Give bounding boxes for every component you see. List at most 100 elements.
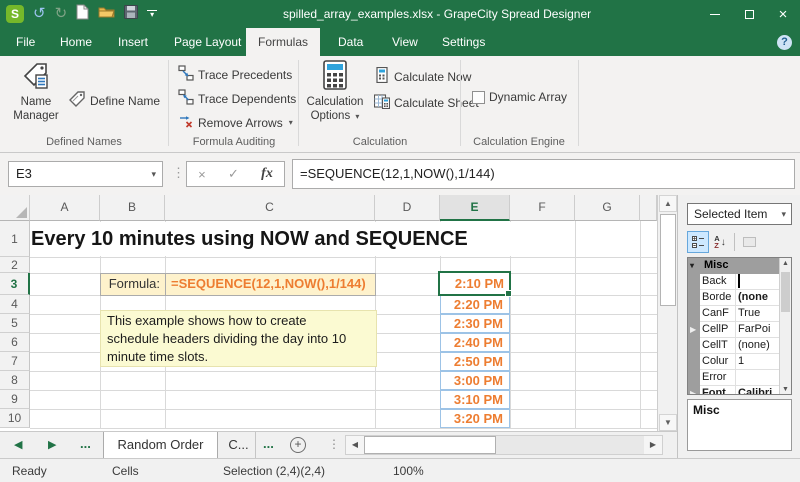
- sheet-list-ellipsis-2[interactable]: ...: [263, 436, 274, 451]
- tab-view[interactable]: View: [380, 28, 430, 56]
- scroll-down-icon[interactable]: ▼: [659, 414, 677, 431]
- sheet-tab-random-order[interactable]: Random Order: [103, 432, 218, 458]
- sheet-nav-prev-icon[interactable]: ◀: [14, 438, 22, 451]
- save-button[interactable]: [124, 5, 138, 24]
- row-header-9[interactable]: 9: [0, 390, 30, 409]
- property-row-cellpadding[interactable]: CellP FarPoi: [700, 322, 779, 338]
- property-row-font[interactable]: Font Calibri: [700, 386, 779, 395]
- tab-home[interactable]: Home: [48, 28, 104, 56]
- horizontal-scroll-thumb[interactable]: [364, 436, 496, 454]
- color-swatch[interactable]: [738, 274, 740, 288]
- tab-insert[interactable]: Insert: [106, 28, 160, 56]
- category-row-misc[interactable]: ▾ Misc: [688, 258, 779, 274]
- prop-scroll-up-icon[interactable]: ▲: [780, 258, 791, 270]
- redo-button[interactable]: ↻: [55, 5, 68, 23]
- property-grid-scrollbar[interactable]: ▲ ▼: [779, 258, 791, 395]
- calculate-now-button[interactable]: Calculate Now: [374, 67, 471, 86]
- row-header-4[interactable]: 4: [0, 295, 30, 314]
- cell-e8-time[interactable]: 3:00 PM: [440, 371, 510, 390]
- cell-e10-time[interactable]: 3:20 PM: [440, 409, 510, 428]
- property-row-column[interactable]: Colur 1: [700, 354, 779, 370]
- horizontal-scrollbar[interactable]: ◀ ▶: [345, 435, 663, 455]
- tab-file[interactable]: File: [4, 28, 47, 56]
- property-row-back[interactable]: Back: [700, 274, 779, 290]
- minimize-button[interactable]: [698, 0, 732, 28]
- help-icon[interactable]: ?: [777, 35, 792, 50]
- dynamic-array-checkbox[interactable]: Dynamic Array: [472, 90, 567, 104]
- tab-formulas[interactable]: Formulas: [246, 28, 320, 56]
- cell-a1-title[interactable]: Every 10 minutes using NOW and SEQUENCE: [31, 222, 513, 256]
- define-name-button[interactable]: Define Name: [68, 90, 160, 111]
- property-row-border[interactable]: Borde (none: [700, 290, 779, 306]
- prop-scroll-thumb[interactable]: [781, 272, 790, 312]
- column-header-e[interactable]: E: [440, 195, 510, 221]
- column-header-g[interactable]: G: [575, 195, 640, 221]
- row-header-7[interactable]: 7: [0, 352, 30, 371]
- checkbox-icon[interactable]: [472, 91, 485, 104]
- remove-arrows-button[interactable]: Remove Arrows ▾: [178, 113, 293, 132]
- trace-dependents-button[interactable]: Trace Dependents: [178, 89, 296, 108]
- insert-function-icon[interactable]: fx: [261, 166, 273, 182]
- column-header-b[interactable]: B: [100, 195, 165, 221]
- property-row-celltype[interactable]: CellT (none): [700, 338, 779, 354]
- customize-toolbar-button[interactable]: ▾: [147, 10, 157, 18]
- vertical-scroll-thumb[interactable]: [660, 214, 676, 306]
- cell-e7-time[interactable]: 2:50 PM: [440, 352, 510, 371]
- expand-chevron-icon[interactable]: ▶: [690, 322, 700, 338]
- name-box-dropdown-icon[interactable]: ▾: [151, 162, 156, 186]
- note-text-box[interactable]: This example shows how to create schedul…: [100, 310, 377, 367]
- add-sheet-icon[interactable]: +: [290, 437, 306, 453]
- calculation-options-dropdown-icon[interactable]: ▾: [355, 112, 359, 121]
- column-header-c[interactable]: C: [165, 195, 375, 221]
- sheet-tab-next[interactable]: C...: [222, 432, 256, 458]
- prop-scroll-down-icon[interactable]: ▼: [780, 384, 791, 395]
- new-document-button[interactable]: [76, 4, 89, 25]
- name-manager-button[interactable]: Name Manager: [8, 60, 64, 123]
- tab-settings[interactable]: Settings: [430, 28, 497, 56]
- alphabetical-view-button[interactable]: AZ↓: [709, 231, 731, 253]
- cell-c3-formula[interactable]: =SEQUENCE(12,1,NOW(),1/144): [165, 273, 376, 296]
- cell-e6-time[interactable]: 2:40 PM: [440, 333, 510, 352]
- name-box[interactable]: E3 ▾: [8, 161, 163, 187]
- row-header-8[interactable]: 8: [0, 371, 30, 390]
- row-header-3[interactable]: 3: [0, 273, 30, 295]
- scroll-left-icon[interactable]: ◀: [346, 436, 364, 454]
- formula-input[interactable]: =SEQUENCE(12,1,NOW(),1/144): [292, 159, 795, 189]
- categorized-view-button[interactable]: [687, 231, 709, 253]
- row-header-2[interactable]: 2: [0, 257, 30, 273]
- row-header-10[interactable]: 10: [0, 409, 30, 428]
- sheet-nav-next-icon[interactable]: ▶: [48, 438, 56, 451]
- tab-data[interactable]: Data: [326, 28, 375, 56]
- column-header-a[interactable]: A: [30, 195, 100, 221]
- tab-page-layout[interactable]: Page Layout: [162, 28, 253, 56]
- row-header-5[interactable]: 5: [0, 314, 30, 333]
- cell-e5-time[interactable]: 2:30 PM: [440, 314, 510, 333]
- cancel-icon[interactable]: ×: [198, 167, 206, 182]
- enter-icon[interactable]: ✓: [228, 166, 239, 182]
- calculation-options-button[interactable]: Calculation Options ▾: [304, 60, 366, 124]
- cell-e9-time[interactable]: 3:10 PM: [440, 390, 510, 409]
- cell-b3-formula-label[interactable]: Formula:: [100, 273, 166, 296]
- column-header-f[interactable]: F: [510, 195, 575, 221]
- status-zoom[interactable]: 100%: [393, 464, 424, 478]
- scroll-right-icon[interactable]: ▶: [644, 436, 662, 454]
- selected-item-dropdown[interactable]: Selected Item ▾: [687, 203, 792, 225]
- vertical-scrollbar[interactable]: ▲ ▼: [657, 195, 677, 431]
- open-file-button[interactable]: [98, 5, 115, 23]
- property-row-canfocus[interactable]: CanF True: [700, 306, 779, 322]
- scroll-up-icon[interactable]: ▲: [659, 195, 677, 212]
- close-button[interactable]: ×: [766, 0, 800, 28]
- maximize-button[interactable]: [732, 0, 766, 28]
- undo-button[interactable]: ↺: [33, 5, 46, 23]
- expand-chevron-icon[interactable]: ▶: [690, 386, 700, 395]
- row-header-1[interactable]: 1: [0, 221, 30, 257]
- remove-arrows-dropdown-icon[interactable]: ▾: [289, 118, 293, 127]
- column-header-d[interactable]: D: [375, 195, 440, 221]
- property-row-error[interactable]: Error: [700, 370, 779, 386]
- trace-precedents-button[interactable]: Trace Precedents: [178, 65, 292, 84]
- sheet-list-ellipsis[interactable]: ...: [80, 436, 91, 451]
- select-all-corner[interactable]: [0, 195, 30, 221]
- collapse-chevron-icon[interactable]: ▾: [690, 258, 694, 273]
- active-cell-selection[interactable]: [438, 271, 511, 296]
- cell-e4-time[interactable]: 2:20 PM: [440, 295, 510, 314]
